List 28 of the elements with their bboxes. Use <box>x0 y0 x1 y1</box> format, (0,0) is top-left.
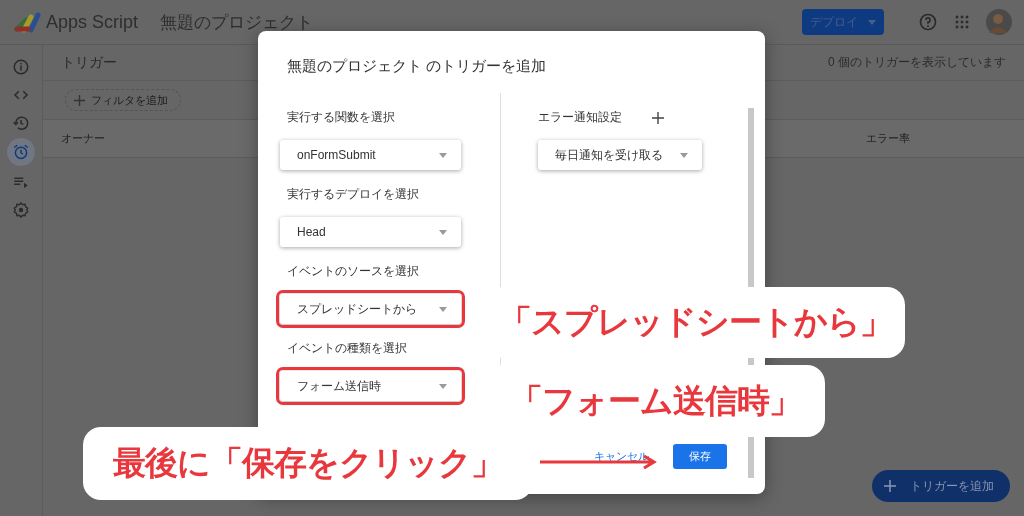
product-name: Apps Script <box>46 11 139 33</box>
callout-label: 最後に「保存をクリック」 <box>83 427 533 500</box>
logo-icon <box>14 11 42 33</box>
help-icon[interactable] <box>918 12 938 32</box>
add-icon[interactable] <box>652 111 664 124</box>
dropdown-arrow-icon <box>439 383 447 389</box>
field-label: イベントの種類を選択 <box>286 340 407 357</box>
field-label: エラー通知設定 <box>538 109 622 126</box>
avatar-icon[interactable] <box>986 9 1012 35</box>
dialog-title: 無題のプロジェクト のトリガーを追加 <box>287 57 547 76</box>
save-button[interactable]: 保存 <box>673 444 727 469</box>
dropdown-arrow-icon <box>680 152 688 158</box>
dropdown-arrow-icon <box>439 306 447 312</box>
dropdown-arrow-icon <box>439 152 447 158</box>
column-header: エラー率 <box>866 131 910 146</box>
plus-icon <box>74 94 85 106</box>
caret-icon <box>868 19 876 25</box>
dropdown[interactable]: 毎日通知を受け取る <box>538 140 702 170</box>
triggers-nav-icon[interactable] <box>7 138 35 166</box>
dropdown[interactable]: onFormSubmit <box>280 140 461 170</box>
dropdown-arrow-icon <box>439 229 447 235</box>
dropdown[interactable]: Head <box>280 217 461 247</box>
field-label: 実行するデプロイを選択 <box>286 186 419 203</box>
field-label: イベントのソースを選択 <box>286 263 419 280</box>
add-trigger-button[interactable]: トリガーを追加 <box>872 470 1010 502</box>
field-label: 実行する関数を選択 <box>286 109 395 126</box>
column-header: オーナー <box>61 131 105 146</box>
plus-icon <box>884 480 896 492</box>
